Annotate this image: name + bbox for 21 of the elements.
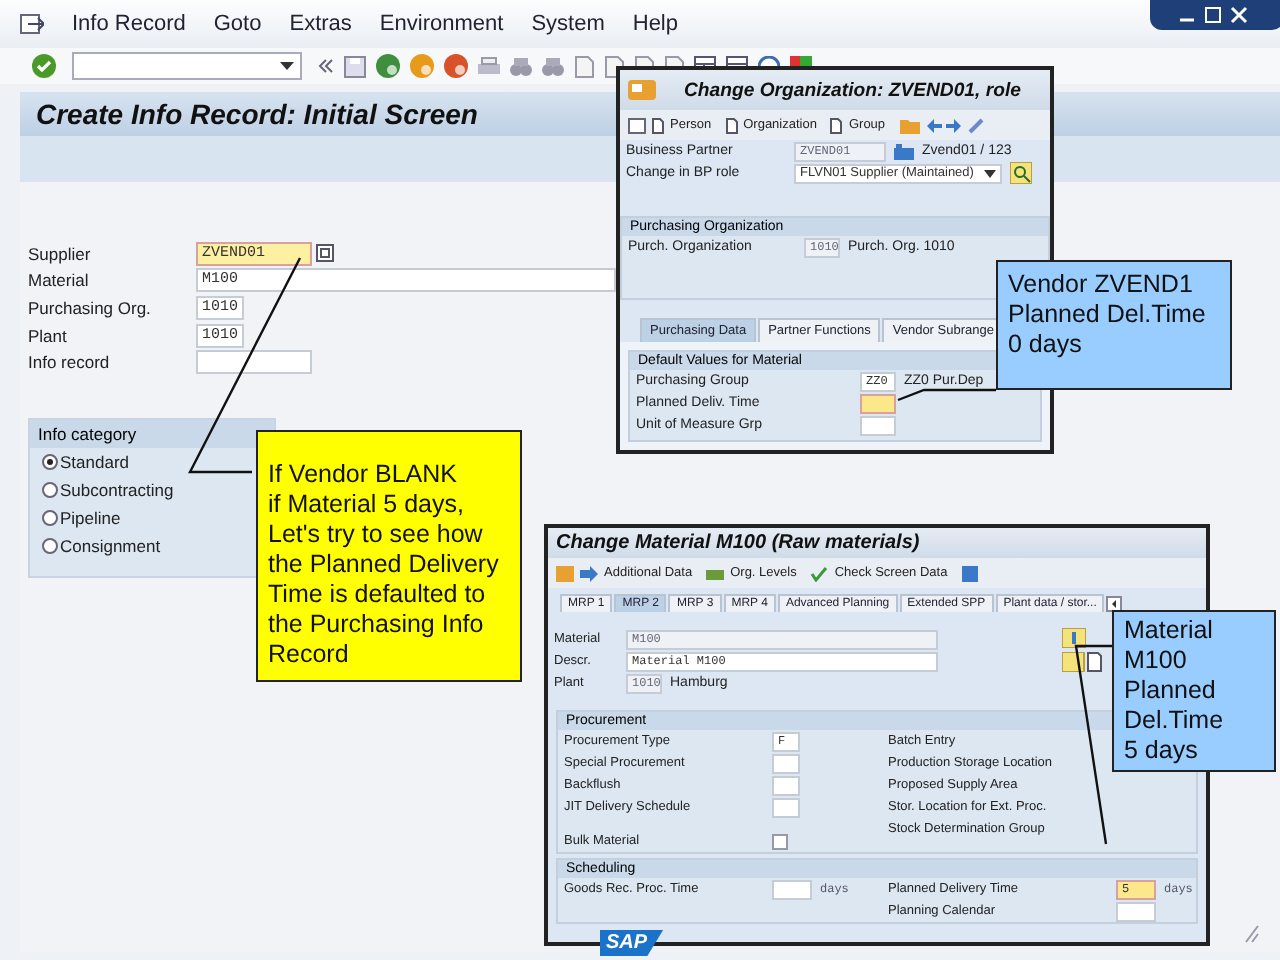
radio-label: Standard [60, 451, 129, 472]
menu-item[interactable]: System [531, 12, 605, 36]
window-title: Change Material M100 (Raw materials) [556, 532, 920, 554]
menu-item[interactable]: Extras [289, 12, 352, 36]
field-label: Purchasing Org. [28, 297, 153, 318]
callout-note: If Vendor BLANK if Material 5 days, Let's try to see how the Planned Delivery Time is defaulted to the Purchasing Info Record [256, 430, 522, 682]
menu-item[interactable]: Goto [213, 12, 262, 36]
field-label: Material [28, 270, 91, 291]
radio-label: Pipeline [60, 507, 121, 528]
radio-label: Subcontracting [60, 479, 174, 500]
callout-note: Vendor ZVEND1 Planned Del.Time 0 days [996, 260, 1232, 390]
field-label: Supplier [28, 243, 93, 264]
field-label: Plant [28, 325, 69, 346]
field-label: Info record [28, 352, 112, 373]
menu-item[interactable]: Help [632, 12, 678, 36]
callout-note: Material M100 Planned Del.Time 5 days [1112, 610, 1276, 772]
logo: SAP [600, 930, 664, 956]
menu-item[interactable]: Info Record [72, 12, 186, 36]
menu-item[interactable]: Environment [379, 12, 504, 36]
radio-label: Consignment [60, 535, 161, 556]
group-title: Info category [30, 419, 274, 448]
